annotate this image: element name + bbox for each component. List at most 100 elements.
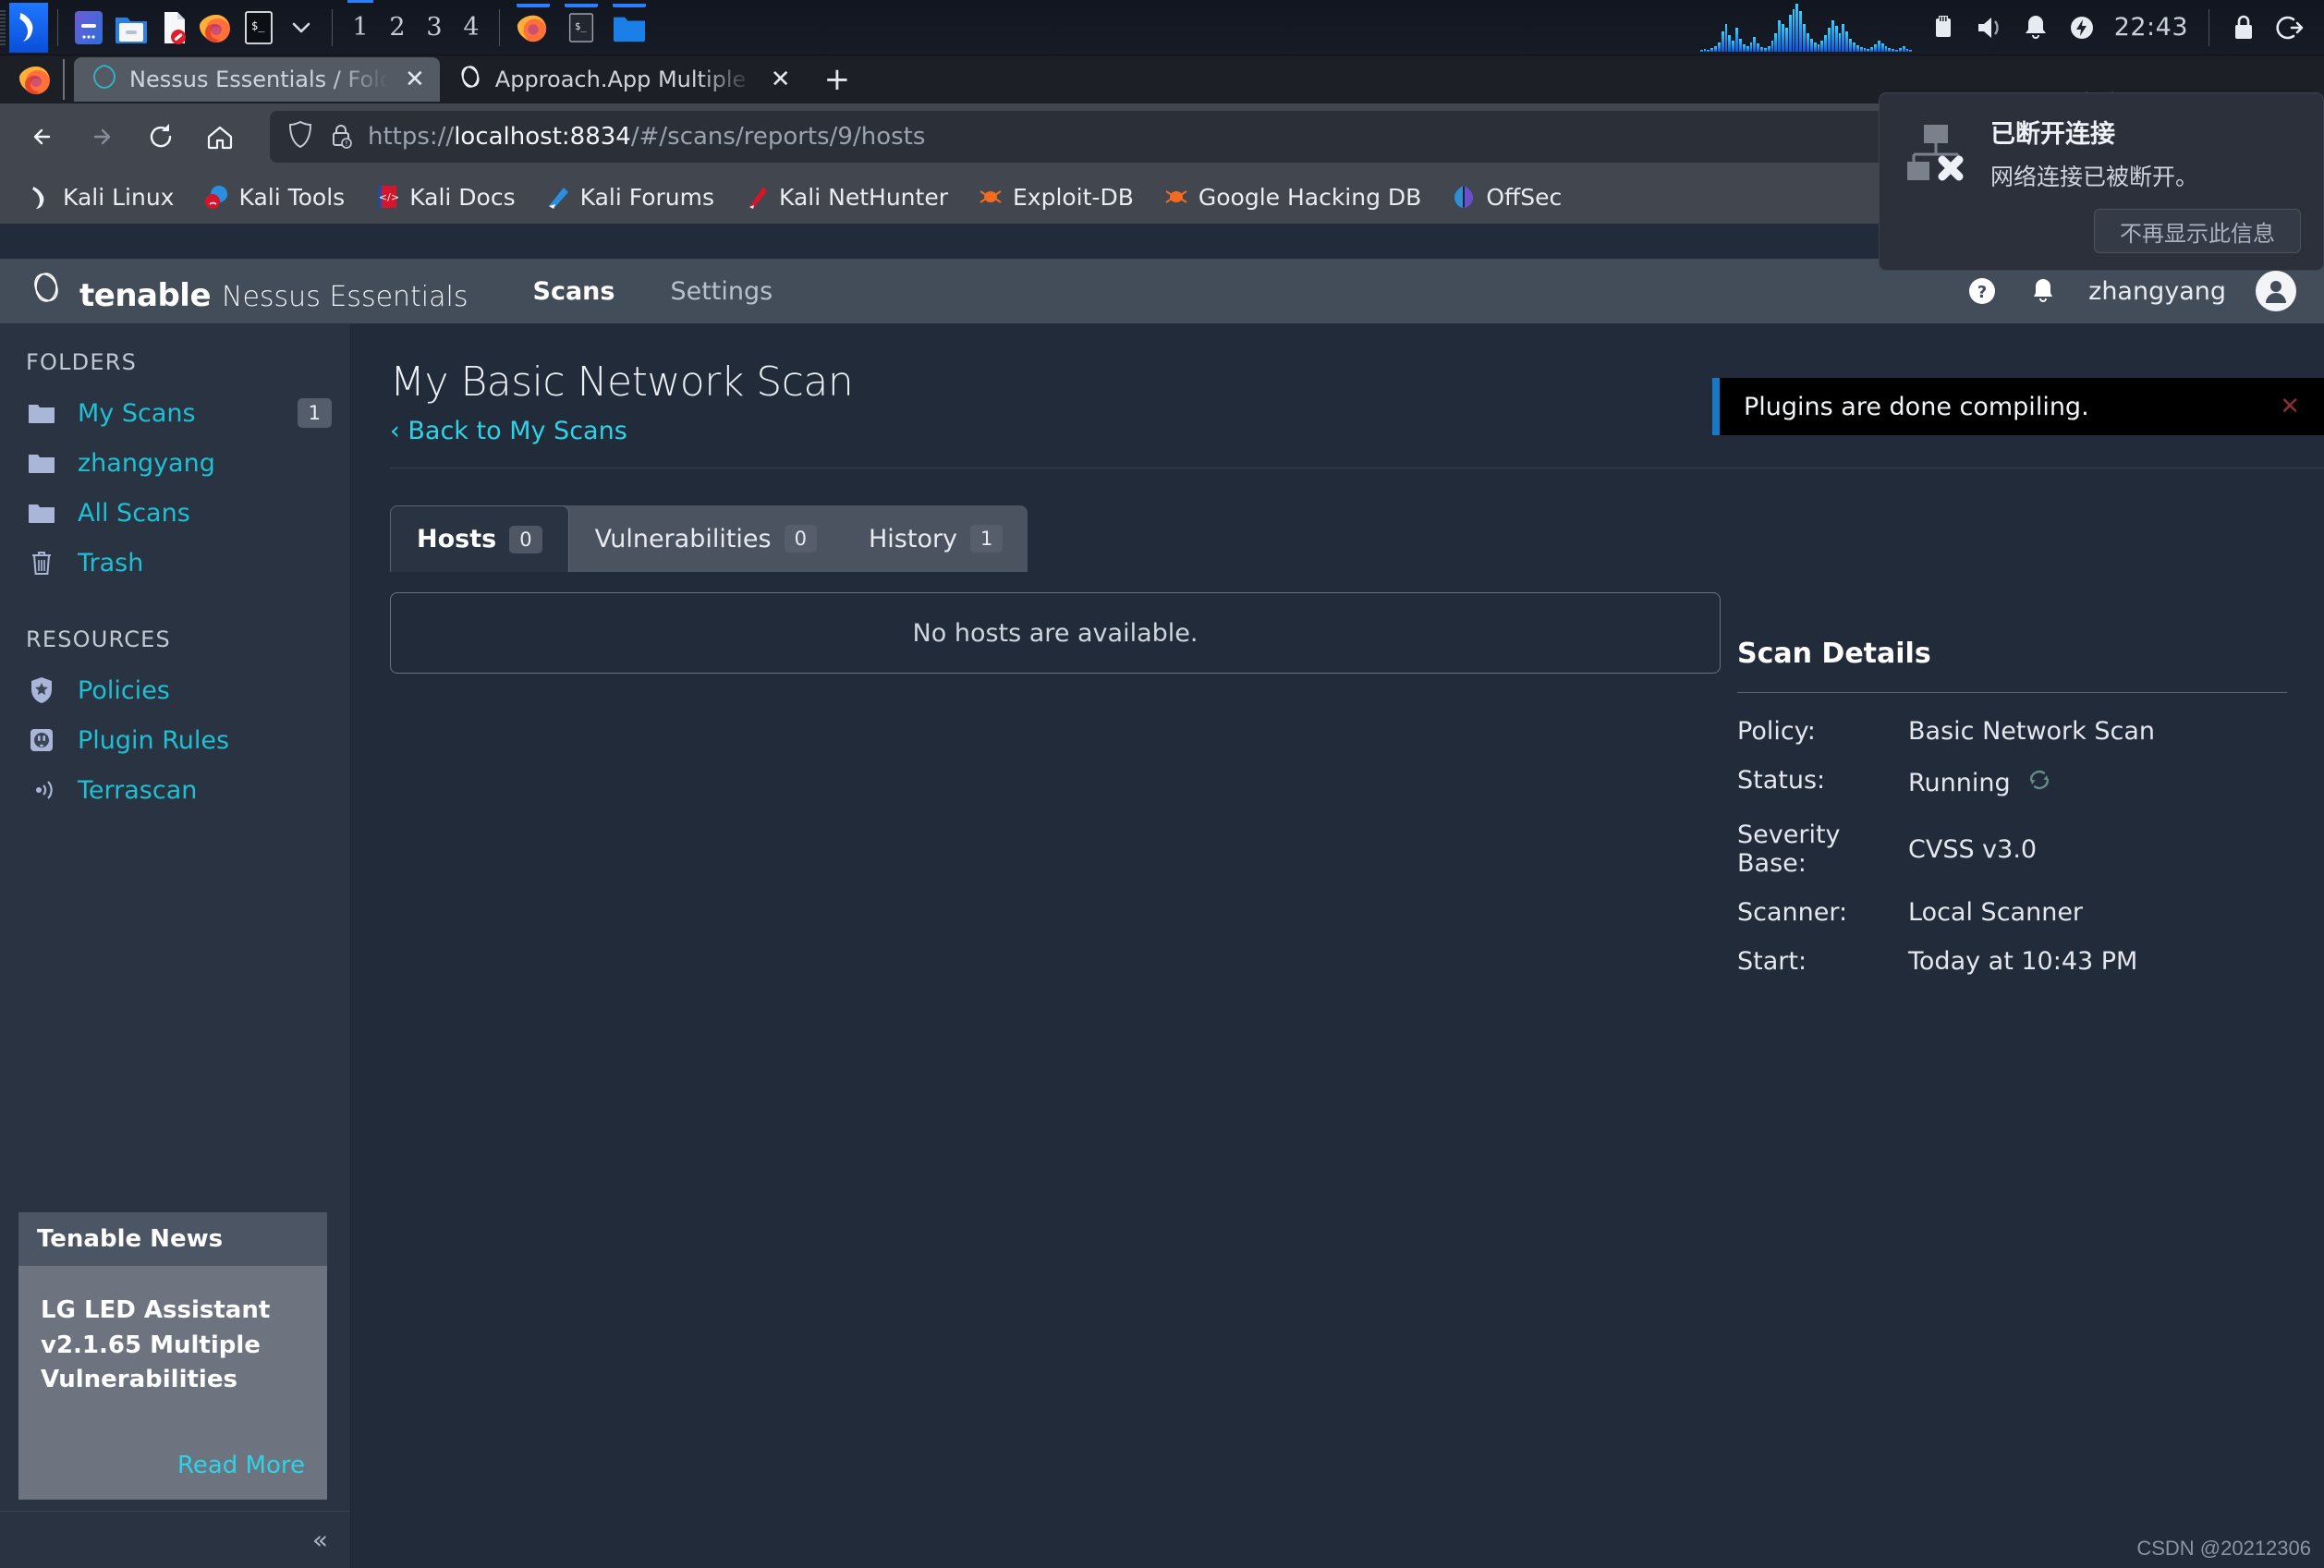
sidebar-item-terrascan[interactable]: Terrascan <box>0 765 350 815</box>
bookmark-kali-nethunter[interactable]: Kali NetHunter <box>733 180 959 214</box>
bookmark-offsec[interactable]: OffSec <box>1440 180 1573 214</box>
sidebar-item-all-scans[interactable]: All Scans <box>0 488 350 538</box>
tab-hosts[interactable]: Hosts 0 <box>390 505 569 572</box>
sidebar-item-trash[interactable]: Trash <box>0 538 350 588</box>
terminal-window-button[interactable]: $_ <box>557 4 605 52</box>
workspace-2[interactable]: 2 <box>379 0 416 55</box>
text-editor-launcher[interactable] <box>152 6 195 49</box>
sidebar-collapse-button[interactable]: « <box>0 1511 350 1568</box>
bookmark-google-hacking-db[interactable]: Google Hacking DB <box>1152 180 1432 214</box>
bookmark-kali-linux[interactable]: Kali Linux <box>17 180 185 214</box>
workspace-3[interactable]: 3 <box>416 0 453 55</box>
url-prefix: https:// <box>368 123 454 151</box>
reload-button[interactable] <box>135 111 187 163</box>
taskbar-drag-handle[interactable] <box>0 10 6 45</box>
tab-history[interactable]: History 1 <box>843 505 1028 572</box>
firefox-icon <box>9 55 63 103</box>
browser-tab-approach[interactable]: Approach.App Multiple Vu ✕ <box>440 57 806 102</box>
bookmark-kali-tools[interactable]: Kali Tools <box>192 180 356 214</box>
sidebar-item-my-scans[interactable]: My Scans 1 <box>0 388 350 438</box>
plugins-toast-notification[interactable]: Plugins are done compiling. ✕ <box>1712 378 2324 435</box>
shell-launcher[interactable]: $_ <box>237 6 280 49</box>
browser-tab-nessus[interactable]: Nessus Essentials / Folder ✕ <box>74 57 440 102</box>
lock-warning-icon[interactable]: ! <box>327 119 355 154</box>
tab-close-approach[interactable]: ✕ <box>765 66 797 93</box>
tab-label-hosts: Hosts <box>417 525 496 553</box>
tab-close-nessus[interactable]: ✕ <box>399 66 431 93</box>
brand-product: Nessus Essentials <box>222 281 468 313</box>
taskbar-separator-4 <box>2208 9 2209 46</box>
shield-icon[interactable] <box>286 119 314 154</box>
help-circle-icon[interactable]: ? <box>1966 275 1998 307</box>
nav-scans[interactable]: Scans <box>533 277 615 306</box>
back-button[interactable] <box>17 111 68 163</box>
detail-row-policy: Policy: Basic Network Scan <box>1737 717 2287 746</box>
sidebar-item-plugin-rules[interactable]: Plugin Rules <box>0 715 350 765</box>
detail-row-start: Start: Today at 10:43 PM <box>1737 947 2287 976</box>
workspace-4[interactable]: 4 <box>453 0 490 55</box>
logout-icon[interactable] <box>2269 6 2311 49</box>
csdn-watermark: CSDN @20212306 <box>2136 1537 2311 1561</box>
new-tab-button[interactable]: + <box>806 64 870 95</box>
tab-vulnerabilities[interactable]: Vulnerabilities 0 <box>569 505 843 572</box>
kali-dragon-icon <box>28 184 54 210</box>
toast-message: Plugins are done compiling. <box>1744 393 2089 421</box>
detail-row-scanner: Scanner: Local Scanner <box>1737 898 2287 927</box>
lock-screen-icon[interactable] <box>2222 6 2265 49</box>
network-icon[interactable] <box>1922 6 1965 49</box>
home-icon <box>201 118 238 155</box>
terminal-launcher[interactable] <box>67 6 110 49</box>
bookmark-kali-docs[interactable]: </> Kali Docs <box>363 180 526 214</box>
tab-favicon-nessus <box>91 63 118 96</box>
tenable-brand[interactable]: tenable Nessus Essentials <box>28 269 468 314</box>
network-disconnected-popup[interactable]: 已断开连接 网络连接已被断开。 不再显示此信息 <box>1879 92 2324 271</box>
tenable-logo-icon <box>28 269 65 310</box>
news-read-more-link[interactable]: Read More <box>41 1452 305 1479</box>
power-icon[interactable] <box>2061 6 2103 49</box>
svg-text:$_: $_ <box>575 20 587 31</box>
sidebar-label-all-scans: All Scans <box>78 499 190 528</box>
user-avatar-icon[interactable] <box>2256 271 2296 311</box>
scan-tabs: Hosts 0 Vulnerabilities 0 History 1 <box>390 505 1028 572</box>
taskbar-separator-3 <box>499 9 500 46</box>
workspace-1[interactable]: 1 <box>342 0 379 55</box>
folder-icon-2 <box>26 447 57 479</box>
detail-row-severity-base: Severity Base: CVSS v3.0 <box>1737 820 2287 878</box>
taskbar-clock[interactable]: 22:43 <box>2107 13 2196 42</box>
sidebar-item-zhangyang[interactable]: zhangyang <box>0 438 350 488</box>
desktop-taskbar: $_ 1 2 3 4 $_ 22:43 <box>0 0 2324 55</box>
toast-close-button[interactable]: ✕ <box>2280 393 2300 420</box>
tab-count-hosts: 0 <box>509 526 541 553</box>
home-button[interactable] <box>194 111 246 163</box>
sidebar-label-terrascan: Terrascan <box>78 776 197 805</box>
kali-menu-button[interactable] <box>9 3 48 53</box>
files-window-button[interactable] <box>605 4 653 52</box>
tab-label-vulnerabilities: Vulnerabilities <box>595 525 772 553</box>
launcher-chevron-button[interactable] <box>280 6 322 49</box>
volume-icon[interactable] <box>1968 6 2011 49</box>
detail-key-status: Status: <box>1737 766 1908 800</box>
bookmark-exploit-db[interactable]: Exploit-DB <box>967 180 1145 214</box>
bookmark-kali-forums[interactable]: Kali Forums <box>534 180 725 214</box>
sidebar-label-zhangyang: zhangyang <box>78 449 215 478</box>
forward-button[interactable] <box>76 111 128 163</box>
files-launcher[interactable] <box>110 6 152 49</box>
popup-dismiss-button[interactable]: 不再显示此信息 <box>2094 209 2301 253</box>
notifications-icon[interactable] <box>2014 6 2057 49</box>
sidebar-label-my-scans: My Scans <box>78 399 196 428</box>
detail-key-severity-base: Severity Base: <box>1737 820 1908 878</box>
svg-text:</>: </> <box>379 191 398 203</box>
svg-text:$_: $_ <box>251 19 265 32</box>
svg-text:?: ? <box>1977 283 1987 302</box>
nav-settings[interactable]: Settings <box>670 277 773 306</box>
popup-text: 网络连接已被断开。 <box>1990 159 2301 192</box>
bell-icon[interactable] <box>2027 275 2059 307</box>
firefox-window-button[interactable] <box>509 4 557 52</box>
resources-heading: RESOURCES <box>0 588 350 665</box>
sidebar-item-policies[interactable]: Policies <box>0 665 350 715</box>
news-title[interactable]: LG LED Assistant v2.1.65 Multiple Vulner… <box>41 1294 305 1398</box>
firefox-launcher[interactable] <box>195 6 237 49</box>
trash-icon <box>26 547 57 578</box>
username-label[interactable]: zhangyang <box>2088 277 2226 306</box>
kali-docs-icon: </> <box>374 184 400 210</box>
